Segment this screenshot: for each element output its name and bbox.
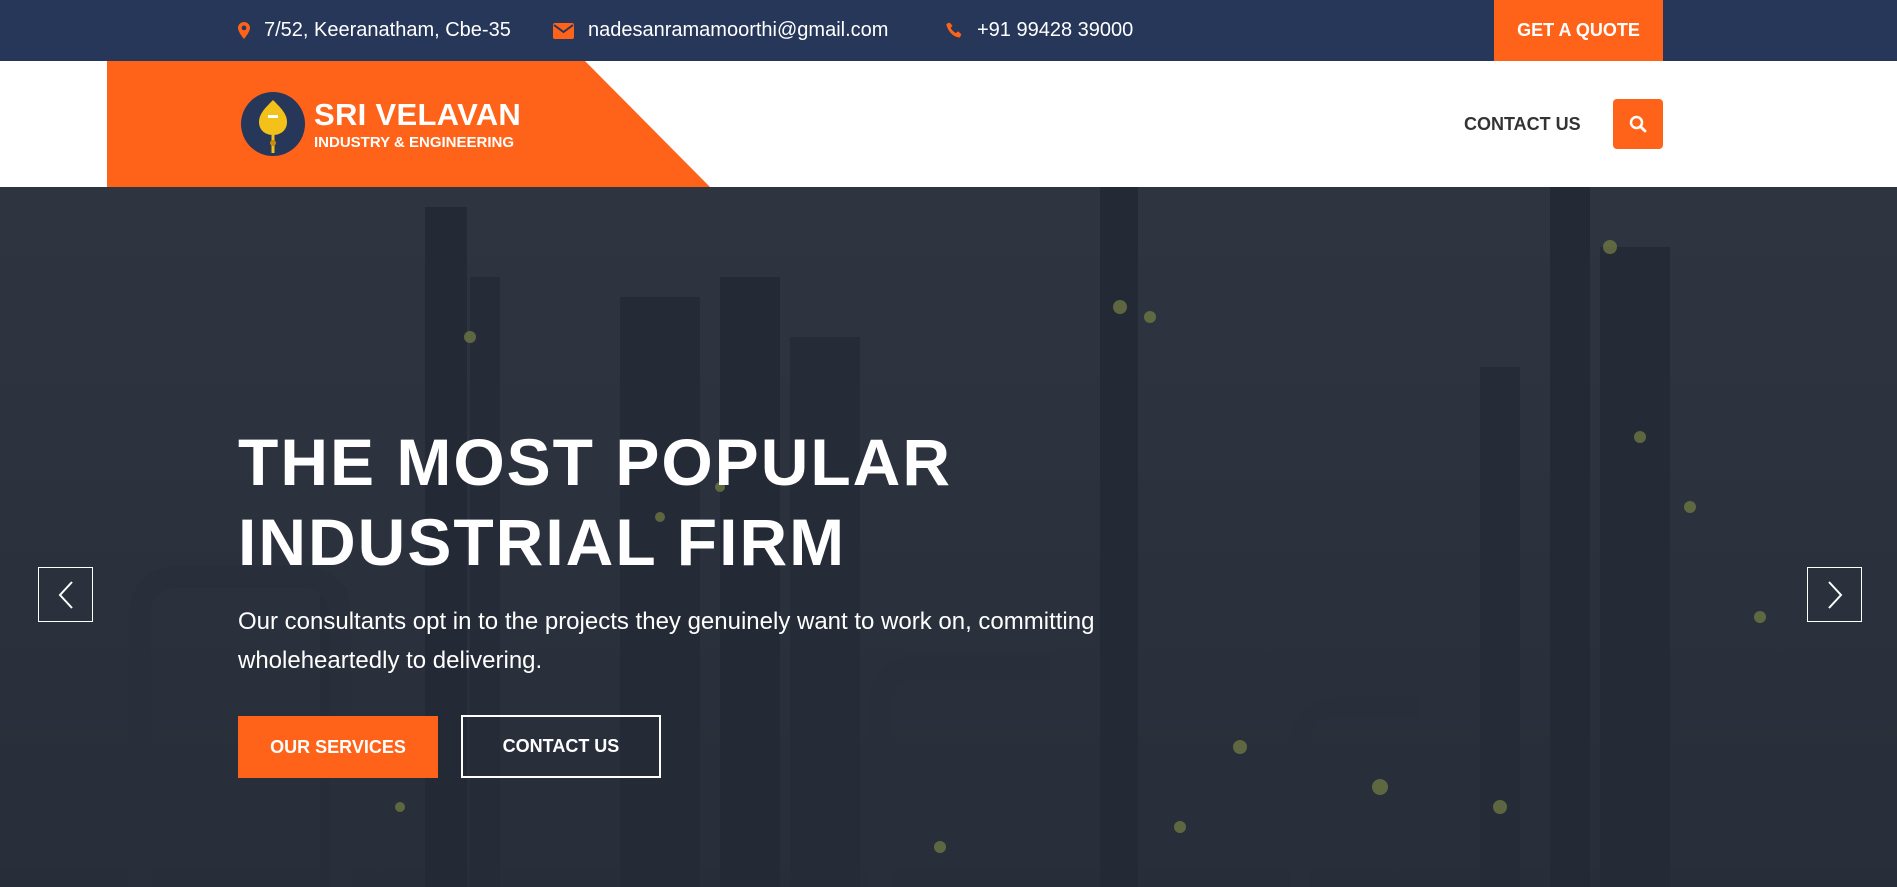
map-marker-icon [238,22,250,39]
get-a-quote-button[interactable]: GET A QUOTE [1494,0,1663,61]
search-button[interactable] [1613,99,1663,149]
hero-title: THE MOST POPULAR INDUSTRIAL FIRM [238,422,1138,582]
address-text: 7/52, Keeranatham, Cbe-35 [264,19,511,41]
phone-link[interactable]: +91 99428 39000 [977,19,1133,42]
phone-icon [946,22,963,39]
logo-subtitle: INDUSTRY & ENGINEERING [314,133,515,151]
site-logo[interactable]: SRI VELAVAN INDUSTRY & ENGINEERING [240,91,521,157]
email-info[interactable]: nadesanramamoorthi@gmail.com [553,0,888,61]
slider-next-button[interactable] [1807,567,1862,622]
logo-title: SRI VELAVAN [314,96,522,132]
search-icon [1629,115,1647,133]
hero-description: Our consultants opt in to the projects t… [238,608,1095,674]
slider-prev-button[interactable] [38,567,93,622]
hero-title-line2: INDUSTRIAL FIRM [238,505,847,579]
envelope-icon [553,22,574,39]
address-info: 7/52, Keeranatham, Cbe-35 [238,0,511,61]
our-services-button[interactable]: OUR SERVICES [238,716,438,778]
email-link[interactable]: nadesanramamoorthi@gmail.com [588,19,888,42]
nav-contact-us[interactable]: CONTACT US [1464,61,1581,187]
chevron-left-icon [58,580,73,609]
logo-emblem-icon [241,92,305,156]
phone-info[interactable]: +91 99428 39000 [946,0,1133,61]
hero-title-line1: THE MOST POPULAR [238,425,953,499]
site-header: SRI VELAVAN INDUSTRY & ENGINEERING CONTA… [0,61,1897,187]
chevron-right-icon [1827,580,1842,609]
hero-slider: THE MOST POPULAR INDUSTRIAL FIRM Our con… [0,187,1897,887]
contact-us-button[interactable]: CONTACT US [461,715,661,778]
top-bar: 7/52, Keeranatham, Cbe-35 nadesanramamoo… [0,0,1897,61]
